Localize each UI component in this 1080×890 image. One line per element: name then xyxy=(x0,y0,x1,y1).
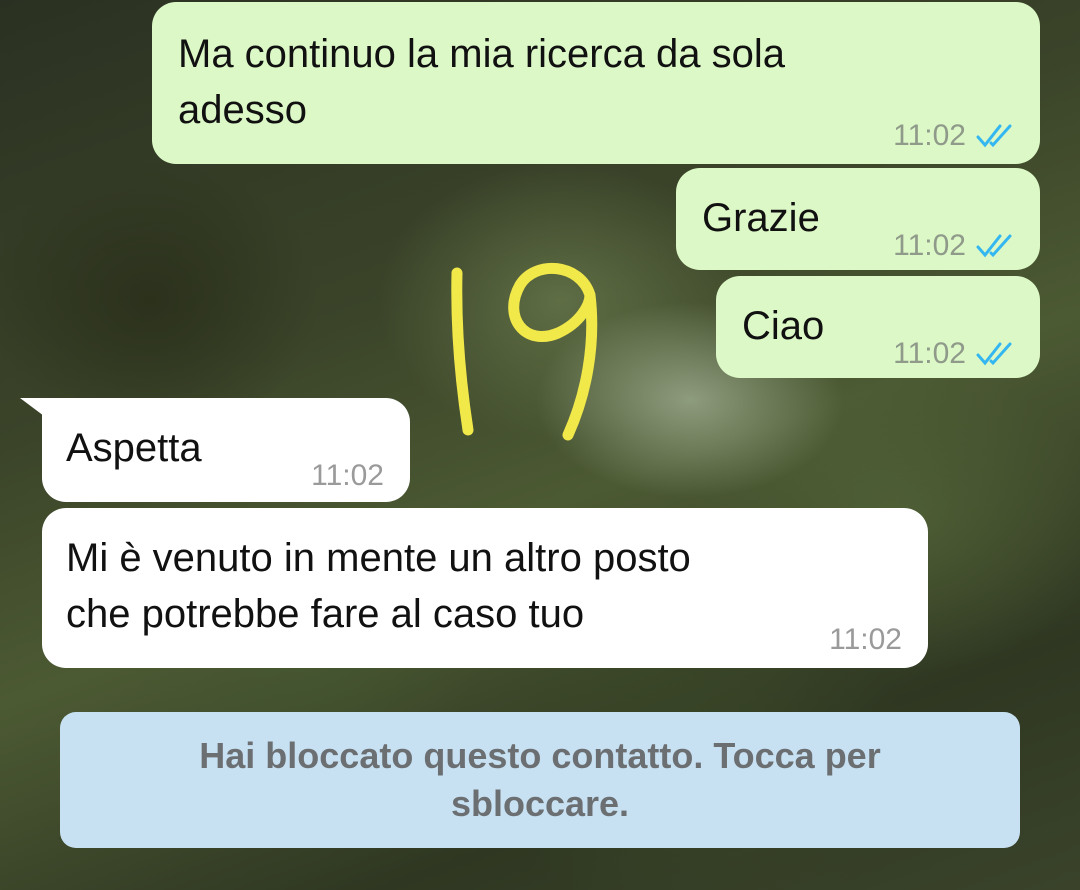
message-meta: 11:02 xyxy=(893,218,1018,274)
message-meta: 11:02 xyxy=(893,108,1018,164)
message-time: 11:02 xyxy=(893,337,966,370)
message-meta: 11:02 xyxy=(311,448,384,504)
message-time: 11:02 xyxy=(829,623,902,656)
message-bubble-outgoing[interactable]: Ciao 11:02 xyxy=(716,276,1040,378)
message-text: Grazie xyxy=(702,196,820,240)
message-bubble-outgoing[interactable]: Grazie 11:02 xyxy=(676,168,1040,270)
message-time: 11:02 xyxy=(893,229,966,262)
message-text: Ciao xyxy=(742,304,825,348)
message-text: Ma continuo la mia ricerca da sola adess… xyxy=(178,32,785,132)
blocked-contact-banner[interactable]: Hai bloccato questo contatto. Tocca per … xyxy=(60,712,1020,848)
message-text: Aspetta xyxy=(66,426,202,470)
message-meta: 11:02 xyxy=(893,326,1018,382)
message-text: Mi è venuto in mente un altro posto che … xyxy=(66,536,691,636)
message-bubble-incoming[interactable]: Aspetta 11:02 xyxy=(42,398,410,502)
message-time: 11:02 xyxy=(311,459,384,492)
message-time: 11:02 xyxy=(893,119,966,152)
message-meta: 11:02 xyxy=(829,612,902,668)
double-check-read-icon xyxy=(976,124,1012,148)
double-check-read-icon xyxy=(976,234,1012,258)
handwritten-annotation xyxy=(451,262,598,441)
message-bubble-outgoing[interactable]: Ma continuo la mia ricerca da sola adess… xyxy=(152,2,1040,164)
message-bubble-incoming[interactable]: Mi è venuto in mente un altro posto che … xyxy=(42,508,928,668)
blocked-contact-text: Hai bloccato questo contatto. Tocca per … xyxy=(199,735,881,824)
double-check-read-icon xyxy=(976,342,1012,366)
